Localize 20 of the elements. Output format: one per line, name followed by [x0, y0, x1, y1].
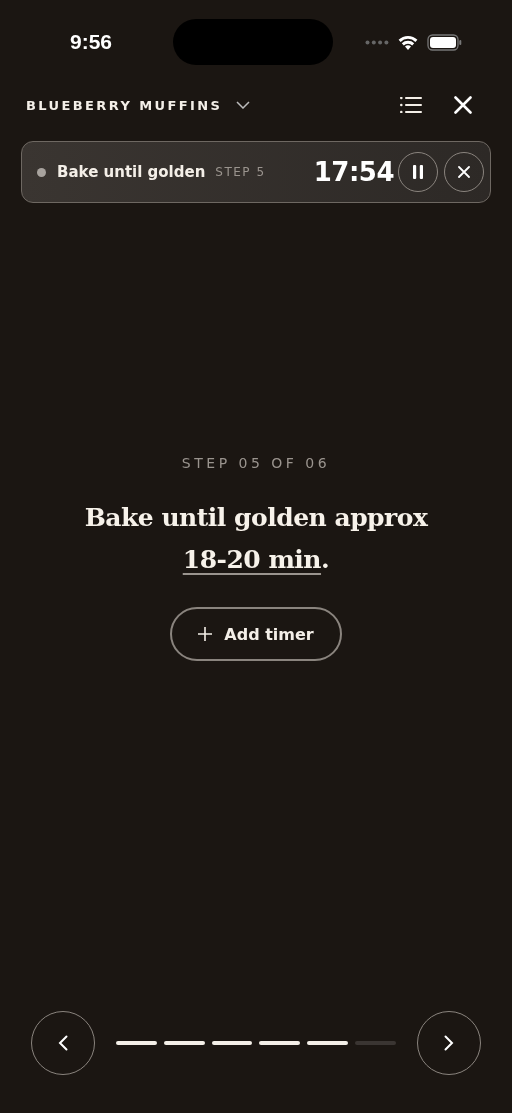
recipe-title[interactable]: BLUEBERRY MUFFINS	[26, 97, 223, 113]
timer-time: 17:54	[313, 157, 394, 187]
signal-icon	[365, 39, 389, 45]
timer-step: STEP 5	[215, 165, 266, 179]
close-icon	[458, 166, 470, 178]
add-timer-button[interactable]: Add timer	[170, 607, 342, 661]
battery-icon	[427, 33, 462, 51]
pause-icon	[412, 165, 424, 179]
step-instruction: Bake until golden approx 18-20 min.	[83, 502, 429, 576]
close-icon[interactable]	[454, 96, 472, 114]
step-counter: STEP 05 OF 06	[181, 455, 331, 471]
list-icon[interactable]	[400, 97, 422, 113]
chevron-left-icon	[58, 1035, 68, 1051]
chevron-right-icon	[444, 1035, 454, 1051]
wifi-icon	[397, 34, 419, 50]
status-time: 9:56	[70, 30, 114, 54]
chevron-down-icon[interactable]	[236, 101, 251, 109]
timer-label: Bake until golden	[57, 163, 206, 181]
plus-icon	[198, 627, 213, 641]
duration-link[interactable]: 18-20 min	[182, 545, 322, 574]
